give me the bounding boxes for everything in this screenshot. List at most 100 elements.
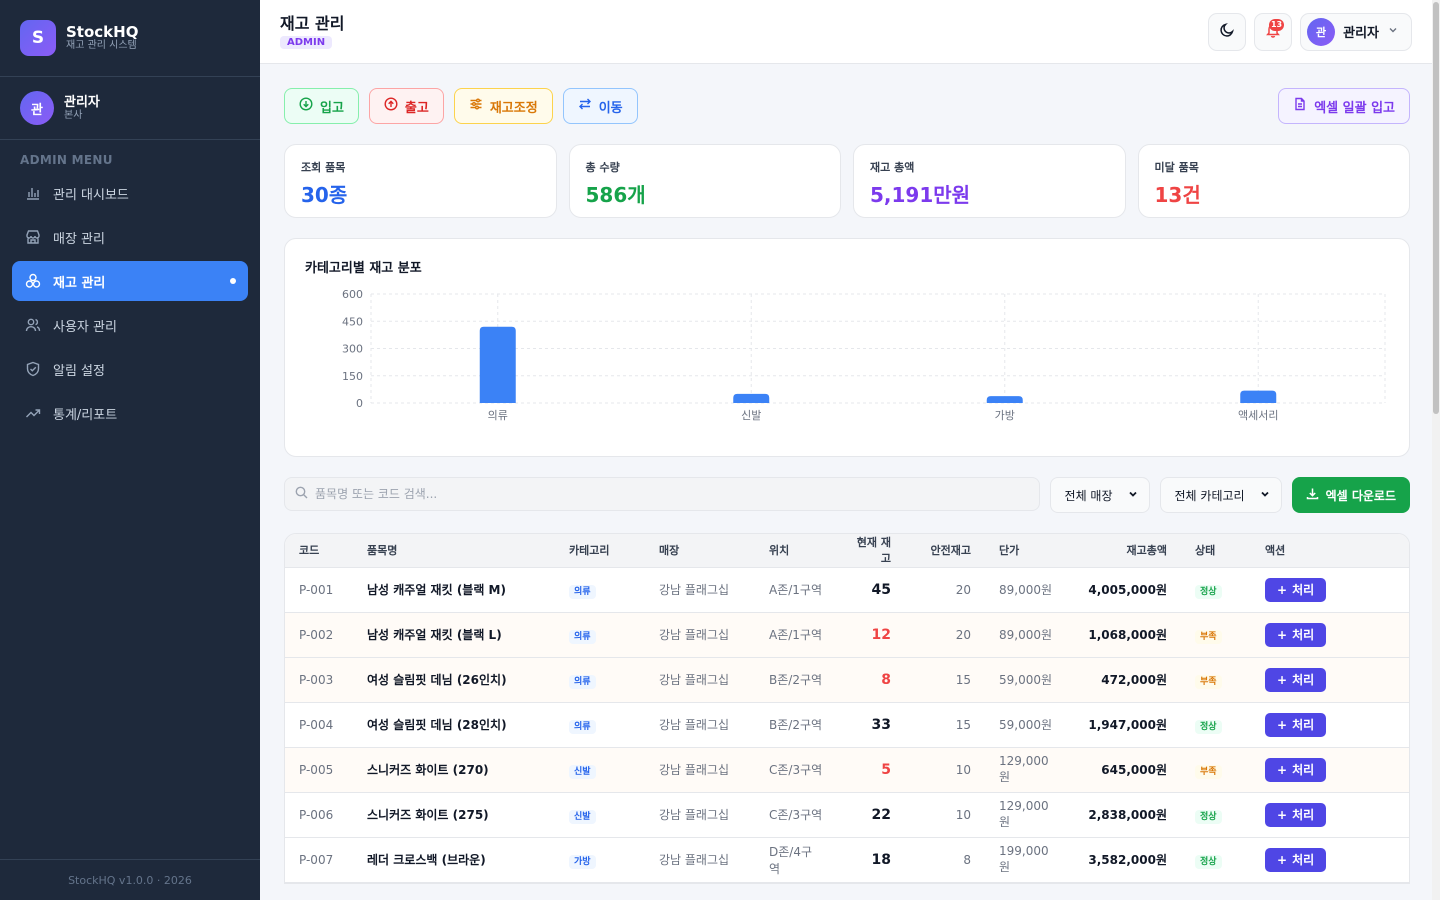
category-cell: 의류: [555, 657, 645, 703]
sidebar-item-alerts[interactable]: 알림 설정: [12, 349, 248, 389]
sidebar-item-users[interactable]: 사용자 관리: [12, 305, 248, 345]
stock-in-button[interactable]: 입고: [284, 88, 359, 124]
item-code: P-006: [285, 792, 353, 838]
category-cell: 의류: [555, 612, 645, 658]
status-cell: 정상: [1181, 567, 1251, 613]
topbar: 재고 관리 ADMIN 13 관 관리자: [260, 0, 1432, 64]
moon-icon: [1219, 22, 1235, 42]
stat-label: 총 수량: [585, 161, 620, 174]
x-tick-label: 신발: [741, 409, 761, 422]
process-button[interactable]: + 처리: [1265, 667, 1327, 692]
process-button[interactable]: + 처리: [1265, 757, 1327, 782]
trending-up-icon: [24, 404, 42, 422]
theme-toggle-button[interactable]: [1208, 12, 1247, 51]
stock-out-button[interactable]: 출고: [368, 88, 444, 124]
chart-bar: [1240, 390, 1277, 403]
avatar: 관: [20, 91, 54, 125]
page-scrollbar[interactable]: [1432, 0, 1440, 900]
column-header[interactable]: 현재 재고: [837, 534, 905, 568]
table-row[interactable]: P-001 남성 캐주얼 재킷 (블랙 M) 의류 강남 플래그십 A존/1구역 45 20…: [285, 567, 1409, 613]
excel-bulk-in-button[interactable]: 엑셀 일괄 입고: [1278, 88, 1410, 124]
chart-bar: [479, 326, 516, 403]
active-indicator-dot: [230, 278, 236, 284]
column-header[interactable]: 코드: [285, 534, 353, 568]
action-cell: + 처리: [1251, 747, 1409, 793]
process-button[interactable]: + 처리: [1265, 847, 1327, 872]
stock-move-button[interactable]: 이동: [562, 88, 638, 124]
plus-icon: +: [1277, 627, 1288, 642]
avatar: 관: [1307, 17, 1336, 46]
column-header[interactable]: 카테고리: [555, 534, 645, 568]
column-header[interactable]: 액션: [1251, 534, 1409, 568]
boxes-icon: [24, 272, 42, 290]
column-header[interactable]: 매장: [645, 534, 755, 568]
store-icon: [24, 228, 42, 246]
sidebar-item-dashboard[interactable]: 관리 대시보드: [12, 173, 248, 213]
stock-move-label: 이동: [598, 100, 623, 116]
stock-total: 3,582,000원: [1071, 837, 1181, 883]
excel-download-button[interactable]: 엑셀 다운로드: [1291, 477, 1410, 513]
stock-out-label: 출고: [404, 100, 429, 116]
y-tick-label: 450: [342, 315, 363, 328]
status-badge: 부족: [1195, 764, 1222, 779]
column-header[interactable]: 품목명: [353, 534, 555, 568]
column-header[interactable]: 재고총액: [1071, 534, 1181, 568]
status-cell: 부족: [1181, 612, 1251, 658]
notifications-button[interactable]: 13: [1254, 12, 1293, 51]
sidebar-user-name: 관리자: [64, 94, 100, 110]
safety-stock: 15: [905, 702, 985, 748]
item-code: P-004: [285, 702, 353, 748]
category-badge: 의류: [569, 719, 596, 734]
plus-icon: +: [1277, 852, 1288, 867]
sidebar-item-inventory[interactable]: 재고 관리: [12, 261, 248, 301]
shield-icon: [24, 360, 42, 378]
stat-value: 5,191만원: [870, 183, 971, 207]
item-name: 남성 캐주얼 재킷 (블랙 M): [353, 567, 555, 613]
plus-icon: +: [1277, 762, 1288, 777]
stock-total: 1,068,000원: [1071, 612, 1181, 658]
category-bar-chart: 0 150 300 450 600 의류 신발 가방 액세서리: [342, 288, 1386, 422]
sidebar-item-label: 관리 대시보드: [53, 187, 129, 203]
brand[interactable]: S StockHQ 재고 관리 시스템: [0, 0, 260, 77]
user-menu-button[interactable]: 관 관리자: [1300, 12, 1412, 51]
current-stock: 33: [837, 702, 905, 748]
store-cell: 강남 플래그십: [645, 567, 755, 613]
process-button[interactable]: + 처리: [1265, 622, 1327, 647]
inventory-table-card: 코드 품목명 카테고리 매장 위치 현재 재고 안전재고 단가 재고총액 상태 …: [284, 533, 1410, 884]
sidebar-item-reports[interactable]: 통계/리포트: [12, 393, 248, 433]
process-label: 처리: [1292, 718, 1315, 732]
arrow-down-circle-icon: [299, 97, 313, 115]
process-button[interactable]: + 처리: [1265, 577, 1327, 602]
sidebar-item-stores[interactable]: 매장 관리: [12, 217, 248, 257]
process-button[interactable]: + 처리: [1265, 802, 1327, 827]
table-row[interactable]: P-007 레더 크로스백 (브라운) 가방 강남 플래그십 D존/4구역 18 8 199,…: [285, 837, 1409, 883]
category-cell: 의류: [555, 702, 645, 748]
excel-download-label: 엑셀 다운로드: [1325, 488, 1396, 503]
column-header[interactable]: 안전재고: [905, 534, 985, 568]
unit-price: 199,000원: [985, 837, 1071, 883]
table-row[interactable]: P-004 여성 슬림핏 데님 (28인치) 의류 강남 플래그십 B존/2구역 33 15…: [285, 702, 1409, 748]
item-name: 여성 슬림핏 데님 (26인치): [353, 657, 555, 703]
action-bar: 입고 출고 재고조정 이동 엑셀 일괄 입고: [284, 88, 1410, 124]
table-row[interactable]: P-003 여성 슬림핏 데님 (26인치) 의류 강남 플래그십 B존/2구역 8 15 5…: [285, 657, 1409, 703]
table-row[interactable]: P-005 스니커즈 화이트 (270) 신발 강남 플래그십 C존/3구역 5 10 129…: [285, 747, 1409, 793]
sidebar-user-branch: 본사: [64, 109, 83, 121]
scrollbar-thumb[interactable]: [1433, 2, 1439, 414]
process-button[interactable]: + 처리: [1265, 712, 1327, 737]
location-cell: A존/1구역: [755, 612, 837, 658]
status-badge: 정상: [1195, 809, 1222, 824]
search-input[interactable]: [315, 487, 1029, 501]
sidebar-item-label: 재고 관리: [53, 275, 106, 291]
stock-adjust-button[interactable]: 재고조정: [453, 88, 553, 124]
column-header[interactable]: 상태: [1181, 534, 1251, 568]
users-icon: [24, 316, 42, 334]
table-row[interactable]: P-002 남성 캐주얼 재킷 (블랙 L) 의류 강남 플래그십 A존/1구역 12 20…: [285, 612, 1409, 658]
column-header[interactable]: 단가: [985, 534, 1071, 568]
table-row[interactable]: P-006 스니커즈 화이트 (275) 신발 강남 플래그십 C존/3구역 22 10 12…: [285, 792, 1409, 838]
store-select[interactable]: 전체 매장: [1049, 477, 1150, 513]
x-tick-label: 액세서리: [1238, 409, 1278, 422]
category-select[interactable]: 전체 카테고리: [1159, 477, 1282, 513]
column-header[interactable]: 위치: [755, 534, 837, 568]
status-badge: 부족: [1195, 629, 1222, 644]
action-cell: + 처리: [1251, 837, 1409, 883]
